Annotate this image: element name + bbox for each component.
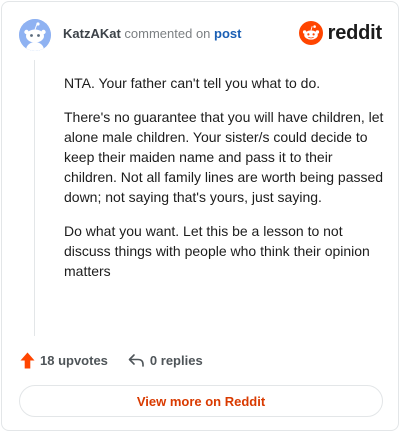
snoo-avatar-icon [19,19,51,51]
comment-paragraph: NTA. Your father can't tell you what to … [64,75,321,91]
comment-meta: KatzAKat commented on post [63,26,242,42]
logo-text: reddit [327,21,383,44]
comment-paragraph: Do what you want. Let this be a lesson t… [64,223,370,279]
reply-count: 0 replies [149,352,203,368]
comment-body: NTA. Your father can't tell you what to … [64,73,389,295]
comment-header: KatzAKat commented on post reddit [19,19,382,51]
upvote-arrow-icon [20,352,35,368]
comment-embed-card: KatzAKat commented on post reddit NTA. Y… [1,1,399,431]
reply-icon [128,353,144,367]
author-name[interactable]: KatzAKat [63,26,121,41]
reddit-logo[interactable]: reddit [298,21,383,45]
comment-action-text: commented on [124,26,211,41]
upvote-count: 18 upvotes [40,352,108,368]
post-link[interactable]: post [214,26,241,41]
comment-actions: 18 upvotes 0 replies [20,350,203,370]
comment-paragraph: There's no guarantee that you will have … [64,109,384,205]
view-more-button[interactable]: View more on Reddit [19,385,383,417]
avatar[interactable] [19,19,51,51]
thread-line[interactable] [34,60,35,336]
reply-button[interactable]: 0 replies [128,353,203,368]
upvote-button[interactable]: 18 upvotes [20,352,108,369]
reddit-snoo-icon [298,21,323,45]
